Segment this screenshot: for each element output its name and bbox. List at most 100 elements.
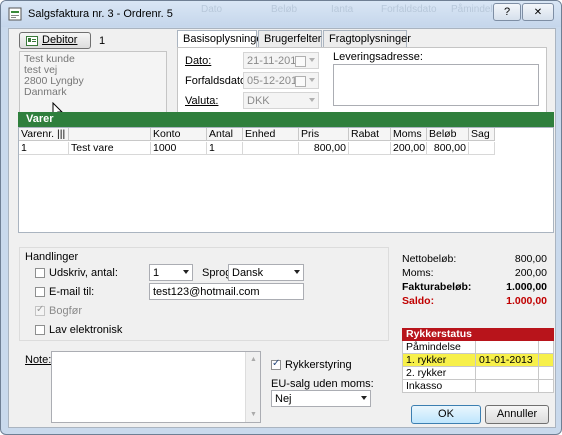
table-cell[interactable]: 1000 <box>151 142 207 155</box>
udskriv-label: Udskriv, antal: <box>49 267 118 279</box>
varer-grid[interactable]: Varenr. ||| Konto Antal Enhed Pris Rabat… <box>18 127 554 233</box>
eu-salg-label: EU-salg uden moms: <box>271 378 374 390</box>
table-cell[interactable]: Test vare <box>69 142 151 155</box>
column-header-beskrivelse[interactable] <box>69 128 151 141</box>
tab-basisoplysninger[interactable]: Basisoplysninger <box>177 30 266 48</box>
ok-button-label: OK <box>438 408 454 420</box>
tab-fragtoplysninger[interactable]: Fragtoplysninger <box>323 30 411 47</box>
ok-button[interactable]: OK <box>411 405 481 424</box>
table-cell[interactable]: 800,00 <box>299 142 349 155</box>
column-header-konto[interactable]: Konto <box>151 128 207 141</box>
calendar-icon <box>295 76 306 87</box>
email-checkbox[interactable] <box>35 287 45 297</box>
background-text: Dato <box>201 4 223 15</box>
table-cell[interactable] <box>349 142 391 155</box>
address-line: Danmark <box>24 86 67 98</box>
rykker-row[interactable]: Inkasso <box>402 380 554 393</box>
background-text: Forfaldsdato <box>381 4 437 15</box>
table-cell[interactable] <box>469 142 495 155</box>
close-icon: ✕ <box>533 7 543 18</box>
rykker-date: 01-01-2013 <box>479 354 533 366</box>
contact-card-icon <box>26 36 38 46</box>
note-scrollbar[interactable]: ▲ ▼ <box>245 352 260 422</box>
rykker-label: 2. rykker <box>406 367 447 379</box>
debitor-number: 1 <box>99 35 106 47</box>
dato-label: Dato: <box>185 55 212 67</box>
chevron-down-icon <box>183 270 189 274</box>
valuta-label: Valuta: <box>185 95 219 107</box>
forfaldsdato-field[interactable]: 05-12-2013 <box>243 72 319 89</box>
rykker-row[interactable]: Påmindelse <box>402 341 554 354</box>
eu-salg-value: Nej <box>275 393 292 405</box>
eu-salg-select[interactable]: Nej <box>271 390 371 407</box>
title-bar[interactable]: Dato Beløb Ianta Forfaldsdato Påmindelse… <box>1 1 561 27</box>
debitor-button-label: Debitor <box>42 34 78 46</box>
column-header-pris[interactable]: Pris <box>299 128 349 141</box>
column-header-enhed[interactable]: Enhed <box>243 128 299 141</box>
column-header-sag[interactable]: Sag <box>469 128 495 141</box>
udskriv-antal-value: 1 <box>153 267 160 279</box>
netto-value: 800,00 <box>514 253 547 265</box>
lav-elektronisk-checkbox[interactable] <box>35 325 45 335</box>
udskriv-checkbox[interactable] <box>35 268 45 278</box>
rykkerstyring-label: Rykkerstyring <box>285 359 352 371</box>
tab-brugerfelter[interactable]: Brugerfelter <box>258 30 322 47</box>
rykkerstatus-header: Rykkerstatus <box>402 328 554 341</box>
moms-label: Moms: <box>402 267 434 279</box>
bogfor-checkbox[interactable] <box>35 304 45 316</box>
background-text: Beløb <box>271 4 298 15</box>
forfaldsdato-label: Forfaldsdato: <box>185 75 250 87</box>
chevron-down-icon <box>309 58 315 62</box>
rykkerstyring-checkbox[interactable] <box>271 358 281 370</box>
note-label: Note: <box>25 354 52 366</box>
rykker-label: 1. rykker <box>406 354 447 366</box>
lav-elektronisk-label: Lav elektronisk <box>49 324 123 336</box>
table-cell[interactable]: 200,00 <box>391 142 427 155</box>
cancel-button-label: Annuller <box>496 408 538 420</box>
sprog-select[interactable]: Dansk <box>228 264 304 281</box>
column-header-belob[interactable]: Beløb <box>427 128 469 141</box>
varer-header: Varer <box>18 112 554 127</box>
udskriv-antal-select[interactable]: 1 <box>149 264 193 281</box>
email-field[interactable]: test123@hotmail.com <box>149 283 304 300</box>
chevron-down-icon <box>309 78 315 82</box>
calendar-icon <box>295 56 306 67</box>
scroll-up-icon: ▲ <box>250 356 257 363</box>
table-cell[interactable] <box>243 142 299 155</box>
dialog-body: Debitor 1 Test kunde test vej 2800 Lyngb… <box>8 28 556 428</box>
note-input[interactable]: ▲ ▼ <box>51 351 261 423</box>
debitor-button[interactable]: Debitor <box>19 32 91 49</box>
column-header-label: Varenr. <box>21 128 55 140</box>
scroll-down-icon: ▼ <box>250 411 257 418</box>
fakturabelob-value: 1.000,00 <box>506 281 547 293</box>
sprog-value: Dansk <box>232 267 264 279</box>
column-header-antal[interactable]: Antal <box>207 128 243 141</box>
table-cell[interactable]: 1 <box>207 142 243 155</box>
moms-value: 200,00 <box>514 267 547 279</box>
help-button[interactable]: ? <box>493 3 521 21</box>
bogfor-label: Bogfør <box>49 305 83 317</box>
rykker-row[interactable]: 2. rykker <box>402 367 554 380</box>
table-cell[interactable]: 1 <box>19 142 69 155</box>
rykker-row[interactable]: 1. rykker 01-01-2013 <box>402 354 554 367</box>
chevron-down-icon <box>294 270 300 274</box>
column-header-moms[interactable]: Moms <box>391 128 427 141</box>
column-header-varenr[interactable]: Varenr. ||| <box>19 128 69 141</box>
chevron-down-icon <box>309 98 315 102</box>
cancel-button[interactable]: Annuller <box>485 405 549 424</box>
fakturabelob-label: Fakturabeløb: <box>402 281 472 293</box>
column-header-rabat[interactable]: Rabat <box>349 128 391 141</box>
valuta-value: DKK <box>247 95 270 107</box>
saldo-label: Saldo: <box>402 295 435 307</box>
invoice-app-icon <box>8 7 22 21</box>
netto-label: Nettobeløb: <box>402 253 457 265</box>
leveringsadresse-input[interactable] <box>333 64 539 106</box>
close-button[interactable]: ✕ <box>522 3 554 21</box>
varer-title: Varer <box>26 113 54 125</box>
dialog-window: Dato Beløb Ianta Forfaldsdato Påmindelse… <box>0 0 562 435</box>
table-cell[interactable]: 800,00 <box>427 142 469 155</box>
valuta-select[interactable]: DKK <box>243 92 319 109</box>
dato-field[interactable]: 21-11-2013 <box>243 52 319 69</box>
window-title: Salgsfaktura nr. 3 - Ordrenr. 5 <box>28 8 173 20</box>
chevron-down-icon <box>361 396 367 400</box>
